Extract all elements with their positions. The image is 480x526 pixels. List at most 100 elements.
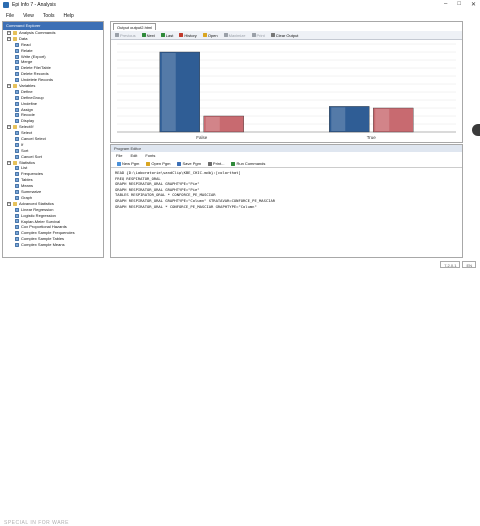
menu-help[interactable]: Help	[64, 13, 74, 19]
folder-icon	[13, 160, 17, 165]
program-tool-run-commandsbutton[interactable]: Run Commands	[229, 160, 267, 167]
menu-view[interactable]: View	[23, 13, 34, 19]
menu-file[interactable]: File	[6, 13, 14, 19]
command-icon	[15, 219, 19, 224]
toolbar-maximize-button[interactable]: Maximize	[222, 32, 248, 39]
code-line: GRAPH RESPIRATOR_ORAL * CONFORCE_PE_MASC…	[115, 203, 257, 209]
program-tool-new-pgmbutton[interactable]: New Pgm	[115, 160, 141, 167]
folder-icon	[13, 36, 17, 41]
program-code[interactable]: READ {D:\Laboratorie\sandClip\KBE_CHIC.m…	[111, 168, 462, 211]
command-icon	[15, 184, 19, 189]
minimize-button[interactable]: –	[444, 1, 447, 8]
command-icon	[15, 166, 19, 171]
toolbar-clear-output-button[interactable]: Clear Output	[269, 32, 301, 39]
output-window: Output output2.html Previous Next Last Hist…	[110, 21, 463, 143]
program-menu-edit[interactable]: Edit	[130, 152, 137, 160]
tool-label: Run Commands	[236, 161, 266, 166]
collapse-toggle-icon[interactable]: −	[7, 30, 11, 35]
toolbar-previous-button[interactable]: Previous	[113, 32, 138, 39]
toolbar-button-label: Previous	[120, 32, 136, 38]
tool-icon	[146, 161, 151, 166]
command-icon	[15, 142, 19, 147]
bar-chart: False True	[117, 43, 456, 140]
bar-highlight	[205, 117, 220, 131]
command-icon	[15, 131, 19, 136]
close-button[interactable]: ✕	[471, 1, 476, 8]
toolbar-print-button[interactable]: Print	[250, 32, 267, 39]
program-toolbar: New Pgm Open Pgm Save Pgm Print... Run Comma…	[111, 160, 462, 168]
command-explorer-header: Command Explorer	[3, 22, 103, 30]
maximize-icon	[223, 33, 228, 37]
side-scroll-handle[interactable]	[472, 124, 480, 136]
toolbar-button-label: Last	[165, 32, 174, 38]
tool-icon	[117, 161, 121, 166]
tool-label: Save Pgm	[182, 161, 201, 166]
menu-bar: File View Tools Help	[0, 11, 480, 20]
command-icon	[15, 48, 19, 53]
collapse-toggle-icon[interactable]: −	[7, 125, 11, 130]
command-icon	[15, 78, 19, 83]
command-icon	[15, 178, 19, 183]
output-tab[interactable]: Output output2.html	[113, 23, 157, 30]
program-editor-header: Program Editor	[111, 145, 462, 152]
tool-icon	[177, 161, 182, 166]
status-bar: SPECIAL IN FOR WARE 7.2.0.1 EN	[0, 259, 480, 526]
collapse-toggle-icon[interactable]: −	[7, 160, 11, 165]
toolbar-button-label: Maximize	[228, 32, 246, 38]
app-window: Epi Info 7 - Analysis – □ ✕ File View To…	[0, 0, 480, 526]
bar-highlight	[161, 53, 176, 131]
folder-icon	[13, 125, 17, 130]
last-icon	[160, 33, 165, 37]
program-tool-save-pgmbutton[interactable]: Save Pgm	[175, 160, 202, 167]
command-icon	[15, 195, 19, 200]
command-icon	[15, 119, 19, 124]
bar-highlight	[375, 109, 390, 131]
clear-output-icon	[270, 33, 275, 37]
command-icon	[15, 213, 19, 218]
status-version: 7.2.0.1	[440, 261, 461, 268]
maximize-button[interactable]: □	[457, 1, 461, 8]
program-menu-fonts[interactable]: Fonts	[145, 152, 155, 160]
window-title: Epi Info 7 - Analysis	[12, 2, 56, 8]
command-icon	[15, 54, 19, 59]
folder-icon	[13, 83, 17, 88]
app-icon	[3, 2, 9, 8]
command-icon	[15, 243, 19, 247]
collapse-toggle-icon[interactable]: −	[7, 83, 11, 88]
toolbar-button-label: Next	[146, 32, 155, 38]
collapse-toggle-icon[interactable]: −	[7, 201, 11, 206]
tool-label: Open Pgm	[151, 161, 171, 166]
tool-label: Print...	[212, 161, 225, 166]
title-bar: Epi Info 7 - Analysis – □ ✕	[0, 0, 480, 10]
command-icon	[15, 136, 19, 141]
folder-icon	[13, 201, 17, 206]
status-lang: EN	[462, 261, 476, 268]
program-menu-file[interactable]: File	[116, 152, 122, 160]
toolbar-history-button[interactable]: History	[177, 32, 198, 39]
menu-tools[interactable]: Tools	[43, 13, 55, 19]
command-icon	[15, 72, 19, 77]
command-icon	[15, 101, 19, 106]
program-tool-open-pgmbutton[interactable]: Open Pgm	[144, 160, 172, 167]
watermark: SPECIAL IN FOR WARE	[4, 520, 69, 526]
x-tick-label: True	[367, 135, 377, 140]
tree-label: Complex Sample Means	[21, 242, 65, 248]
command-icon	[15, 113, 19, 118]
x-tick-label: False	[196, 135, 208, 140]
toolbar-open-button[interactable]: Open	[201, 32, 220, 39]
command-icon	[15, 42, 19, 47]
command-icon	[15, 66, 19, 71]
command-tree: − Analysis Commands − Data Read Relate Write (…	[3, 30, 103, 248]
toolbar-last-button[interactable]: Last	[159, 32, 176, 39]
command-icon	[15, 148, 19, 153]
command-icon	[15, 95, 19, 100]
collapse-toggle-icon[interactable]: −	[7, 36, 11, 41]
tree-command[interactable]: Complex Sample Means	[5, 242, 103, 248]
command-icon	[15, 207, 19, 212]
program-tool-print-button[interactable]: Print...	[206, 160, 227, 167]
program-editor: Program Editor File Edit Fonts New Pgm Open…	[110, 144, 463, 258]
tree-label: Cancel Select	[21, 136, 46, 142]
toolbar-next-button[interactable]: Next	[140, 32, 157, 39]
command-icon	[15, 189, 19, 194]
tool-icon	[231, 161, 236, 166]
